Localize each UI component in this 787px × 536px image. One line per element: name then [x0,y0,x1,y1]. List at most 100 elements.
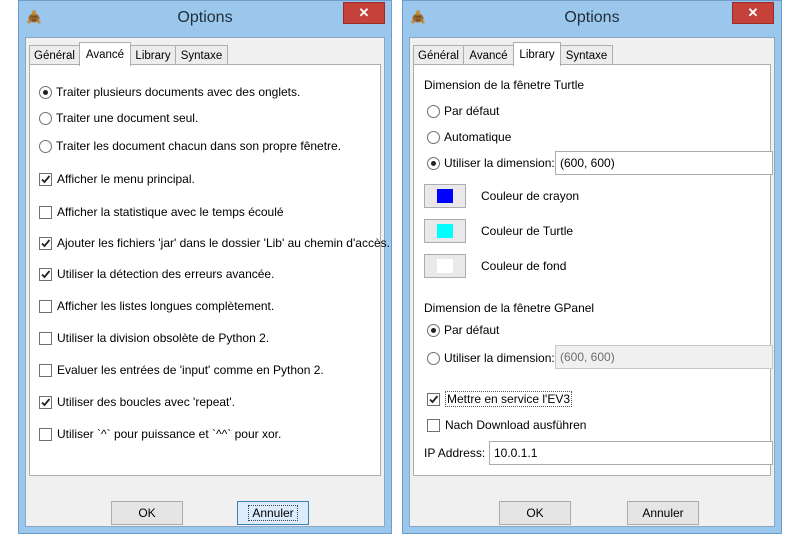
cancel-button[interactable]: Annuler [627,501,699,525]
tab-general[interactable]: Général [413,45,464,65]
radio-unselected[interactable] [427,130,440,144]
gpanel-dimension-input[interactable]: (600, 600) [555,345,773,369]
checkbox-advanced-error-detection[interactable]: Utiliser la détection des erreurs avancé… [39,265,274,283]
ip-address-label: IP Address: [424,446,486,460]
checkmark-icon [41,174,51,183]
checkbox-label: Nach Download ausführen [445,418,587,432]
radio-label: Par défaut [444,104,500,118]
close-button[interactable]: ✕ [343,2,385,24]
checkbox-label: Utiliser la division obsolète de Python … [57,331,270,345]
checkbox-unchecked[interactable] [39,427,52,441]
radio-label: Par défaut [444,323,500,337]
radio-unselected[interactable] [427,104,440,118]
radio-multiple-docs-tabs[interactable]: Traiter plusieurs documents avec des ong… [39,83,300,101]
background-color-button[interactable] [424,254,466,278]
checkbox-checked[interactable] [427,392,440,406]
gpanel-radio-default[interactable]: Par défaut [427,321,499,339]
ip-address-input[interactable]: 10.0.1.1 [489,441,773,465]
checkbox-label: Utiliser des boucles avec 'repeat'. [57,395,236,409]
radio-label: Automatique [444,130,512,144]
checkbox-repeat-loops[interactable]: Utiliser des boucles avec 'repeat'. [39,393,235,411]
checkbox-checked[interactable] [39,236,52,250]
background-color-label: Couleur de fond [481,259,567,273]
checkbox-python2-division[interactable]: Utiliser la division obsolète de Python … [39,329,269,347]
radio-unselected[interactable] [427,351,440,365]
turtle-dimension-title: Dimension de la fênetre Turtle [424,78,585,92]
radio-unselected[interactable] [39,111,52,125]
checkmark-icon [41,238,51,247]
turtle-radio-custom[interactable]: Utiliser la dimension: [427,154,555,172]
tab-syntax[interactable]: Syntaxe [560,45,613,65]
tab-library[interactable]: Library [130,45,176,65]
checkmark-icon [429,394,439,403]
checkbox-label: Afficher la statistique avec le temps éc… [57,205,284,219]
radio-selected[interactable] [39,85,52,99]
ok-button-label: OK [138,506,156,520]
dialog-client-area: Général Avancé Library Syntaxe Traiter p… [25,37,390,527]
checkbox-unchecked[interactable] [427,418,440,432]
checkbox-label: Afficher le menu principal. [57,172,195,186]
checkbox-enable-ev3[interactable]: Mettre en service l'EV3 [427,390,573,408]
checkbox-add-jar-files[interactable]: Ajouter les fichiers 'jar' dans le dossi… [39,234,390,252]
turtle-color-label: Couleur de Turtle [481,224,574,238]
checkbox-show-statistics[interactable]: Afficher la statistique avec le temps éc… [39,203,284,221]
radio-separate-windows[interactable]: Traiter les document chacun dans son pro… [39,137,341,155]
checkbox-python2-input[interactable]: Evaluer les entrées de 'input' comme en … [39,361,324,379]
turtle-color-button[interactable] [424,219,466,243]
gpanel-radio-custom[interactable]: Utiliser la dimension: [427,349,555,367]
checkbox-show-main-menu[interactable]: Afficher le menu principal. [39,170,195,188]
radio-single-doc[interactable]: Traiter une document seul. [39,109,198,127]
cancel-button-label: Annuler [642,506,684,520]
checkbox-label: Utiliser la détection des erreurs avancé… [57,267,275,281]
tab-advanced[interactable]: Avancé [463,45,514,65]
checkbox-unchecked[interactable] [39,363,52,377]
dialog-client-area: Général Avancé Library Syntaxe Dimension… [409,37,775,527]
radio-label: Utiliser la dimension: [444,351,555,365]
ok-button[interactable]: OK [111,501,183,525]
window-title: Options [564,9,620,26]
tab-general[interactable]: Général [29,45,80,65]
cancel-button-label: Annuler [248,505,298,521]
checkbox-checked[interactable] [39,267,52,281]
title-bar[interactable]: Options ✕ [403,1,781,37]
pen-color-button[interactable] [424,184,466,208]
radio-unselected[interactable] [39,139,52,153]
radio-label: Traiter plusieurs documents avec des ong… [56,85,301,99]
advanced-panel: Traiter plusieurs documents avec des ong… [29,64,390,476]
radio-label: Traiter une document seul. [56,111,199,125]
checkbox-label: Mettre en service l'EV3 [445,391,573,407]
checkbox-unchecked[interactable] [39,299,52,313]
checkmark-icon [41,269,51,278]
pen-color-label: Couleur de crayon [481,189,580,203]
checkbox-checked[interactable] [39,172,52,186]
checkbox-label: Utiliser `^` pour puissance et `^^` pour… [57,427,282,441]
turtle-dimension-input[interactable]: (600, 600) [555,151,773,175]
checkbox-caret-power[interactable]: Utiliser `^` pour puissance et `^^` pour… [39,425,281,443]
checkbox-unchecked[interactable] [39,205,52,219]
checkbox-run-after-download[interactable]: Nach Download ausführen [427,416,586,434]
tab-library[interactable]: Library [513,42,561,66]
radio-label: Utiliser la dimension: [444,156,555,170]
turtle-radio-default[interactable]: Par défaut [427,102,499,120]
close-button[interactable]: ✕ [732,2,774,24]
options-window-library: Options ✕ Général Avancé Library Syntaxe… [402,0,782,534]
turtle-color-swatch [437,224,453,238]
title-bar[interactable]: Options ✕ [19,1,391,37]
options-window-advanced: Options ✕ Général Avancé Library Syntaxe… [18,0,392,534]
cancel-button[interactable]: Annuler [237,501,309,525]
turtle-radio-automatic[interactable]: Automatique [427,128,511,146]
pen-color-swatch [437,189,453,203]
checkbox-label: Evaluer les entrées de 'input' comme en … [57,363,324,377]
ok-button[interactable]: OK [499,501,571,525]
checkmark-icon [41,397,51,406]
checkbox-unchecked[interactable] [39,331,52,345]
window-title: Options [177,9,233,26]
close-icon: ✕ [747,5,759,20]
checkbox-checked[interactable] [39,395,52,409]
radio-selected[interactable] [427,156,440,170]
checkbox-long-lists[interactable]: Afficher les listes longues complètement… [39,297,274,315]
radio-selected[interactable] [427,323,440,337]
tab-syntax[interactable]: Syntaxe [175,45,228,65]
tab-advanced[interactable]: Avancé [79,42,131,66]
checkbox-label: Ajouter les fichiers 'jar' dans le dossi… [57,236,390,250]
